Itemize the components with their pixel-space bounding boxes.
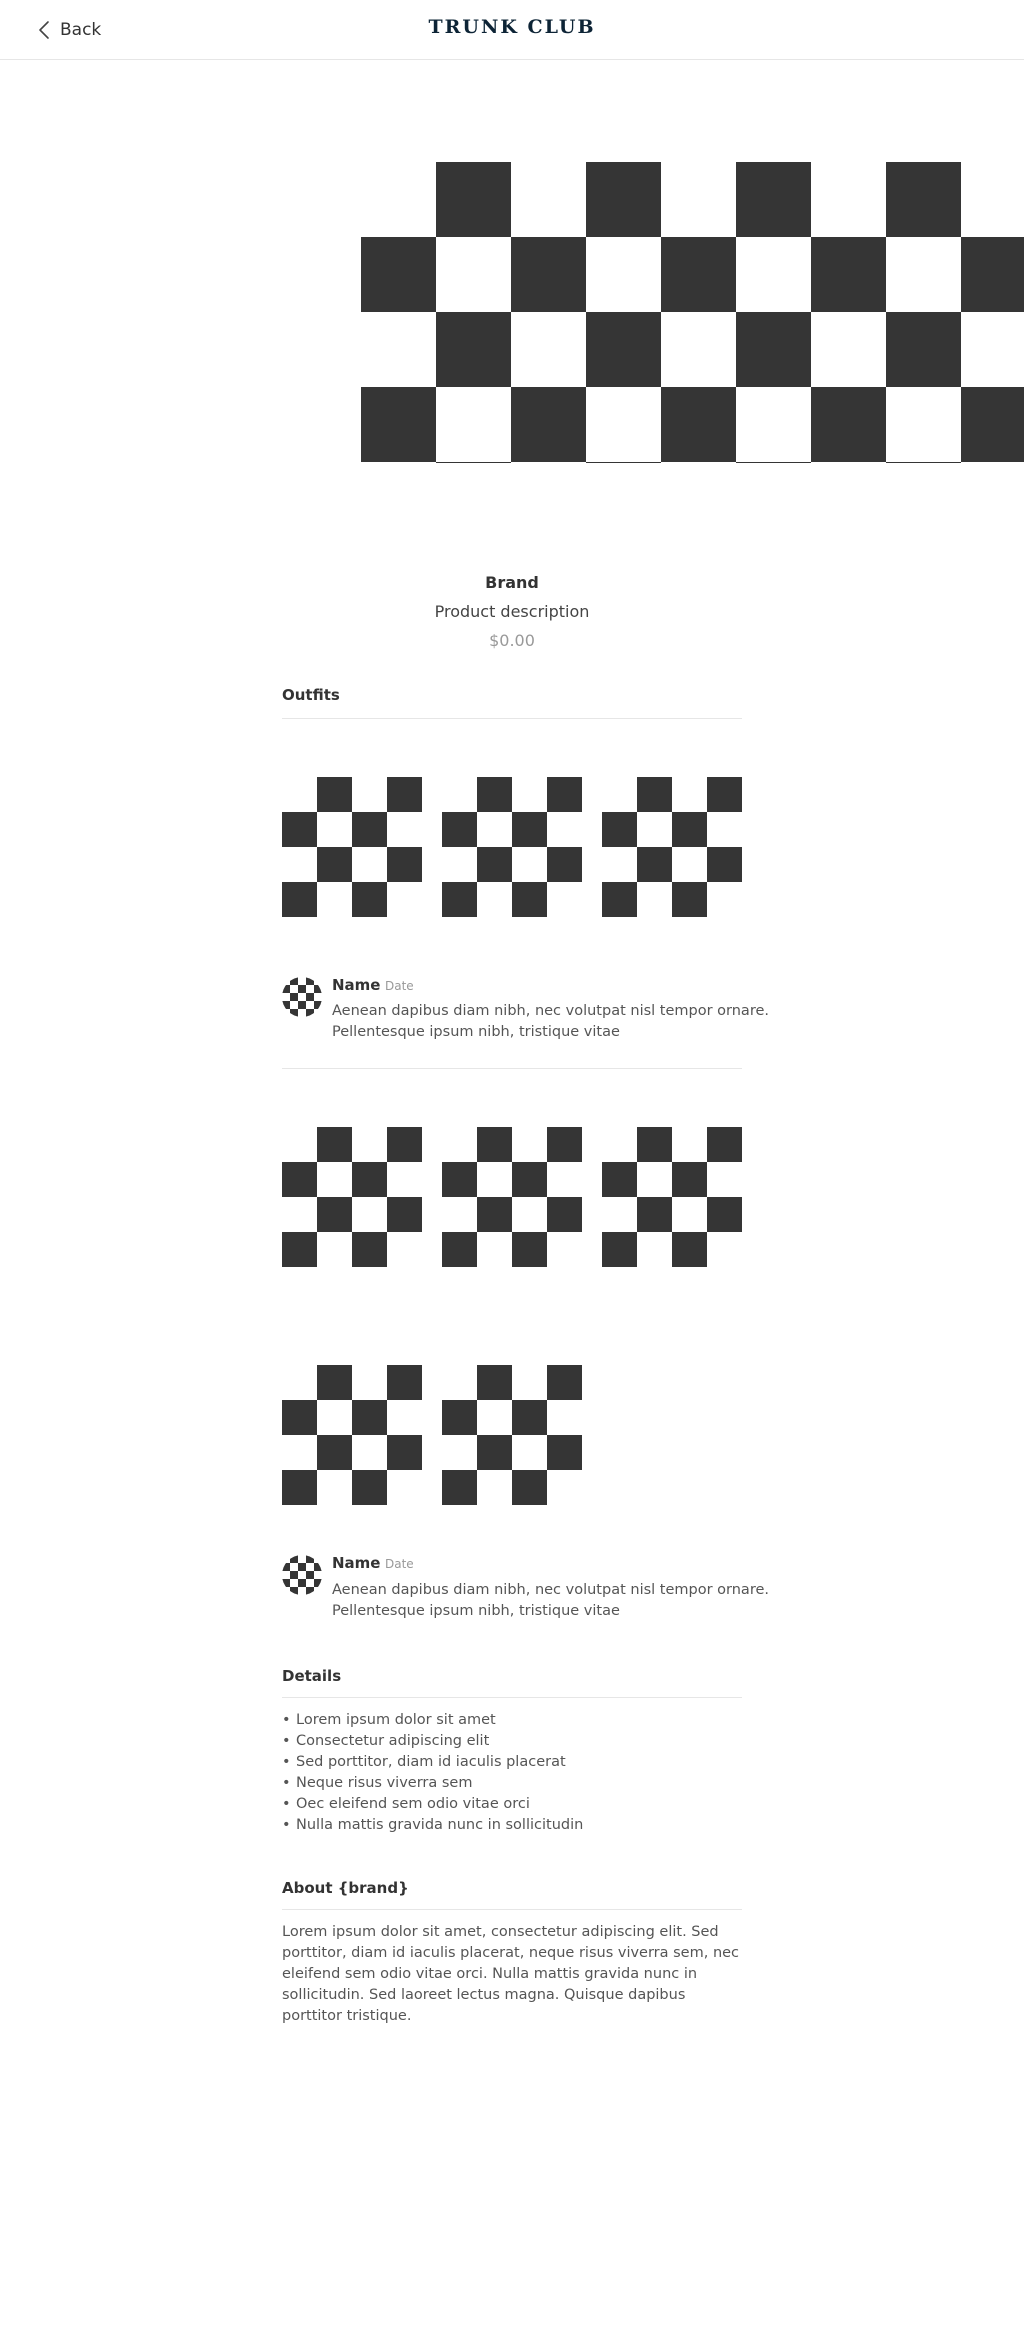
product-image[interactable]: [361, 162, 1024, 463]
outfit-thumbnail[interactable]: [602, 1127, 742, 1267]
outfit-thumbnail[interactable]: [442, 777, 582, 917]
app-header: Back TRUNK CLUB: [0, 0, 1024, 60]
product-price: $0.00: [489, 631, 535, 650]
trunk-club-logo[interactable]: TRUNK CLUB: [0, 16, 1024, 38]
about-title: About {brand}: [282, 1879, 409, 1897]
details-list: Lorem ipsum dolor sit amet Consectetur a…: [282, 1710, 742, 1836]
review-date: Date: [385, 979, 414, 993]
list-item: Neque risus viverra sem: [282, 1773, 742, 1794]
product-brand: Brand: [485, 573, 539, 592]
outfit-thumbnail[interactable]: [442, 1365, 582, 1505]
reviewer-avatar: [282, 977, 322, 1017]
outfit-thumbnail[interactable]: [602, 777, 742, 917]
outfit-thumbnail[interactable]: [282, 777, 422, 917]
about-text: Lorem ipsum dolor sit amet, consectetur …: [282, 1924, 740, 2024]
reviewer-name: Name: [332, 1554, 381, 1572]
about-divider: [282, 1909, 742, 1910]
review-date: Date: [385, 1557, 414, 1571]
outfit-thumbnail[interactable]: [442, 1127, 582, 1267]
outfit-thumbnail[interactable]: [282, 1127, 422, 1267]
review-text: Aenean dapibus diam nibh, nec volutpat n…: [332, 1003, 769, 1040]
reviewer-name: Name: [332, 976, 381, 994]
product-description: Product description: [434, 602, 590, 621]
list-item: Oec eleifend sem odio vitae orci: [282, 1794, 742, 1815]
outfits-divider: [282, 718, 742, 719]
outfit-divider: [282, 1068, 742, 1069]
details-title: Details: [282, 1667, 342, 1685]
outfits-title: Outfits: [282, 686, 340, 704]
list-item: Nulla mattis gravida nunc in sollicitudi…: [282, 1815, 742, 1836]
list-item: Lorem ipsum dolor sit amet: [282, 1710, 742, 1731]
list-item: Sed porttitor, diam id iaculis placerat: [282, 1752, 742, 1773]
list-item: Consectetur adipiscing elit: [282, 1731, 742, 1752]
outfit-thumbnail[interactable]: [282, 1365, 422, 1505]
details-divider: [282, 1697, 742, 1698]
review-text: Aenean dapibus diam nibh, nec volutpat n…: [332, 1582, 769, 1619]
details-list-container: Lorem ipsum dolor sit amet Consectetur a…: [282, 1710, 742, 1836]
reviewer-avatar: [282, 1555, 322, 1595]
